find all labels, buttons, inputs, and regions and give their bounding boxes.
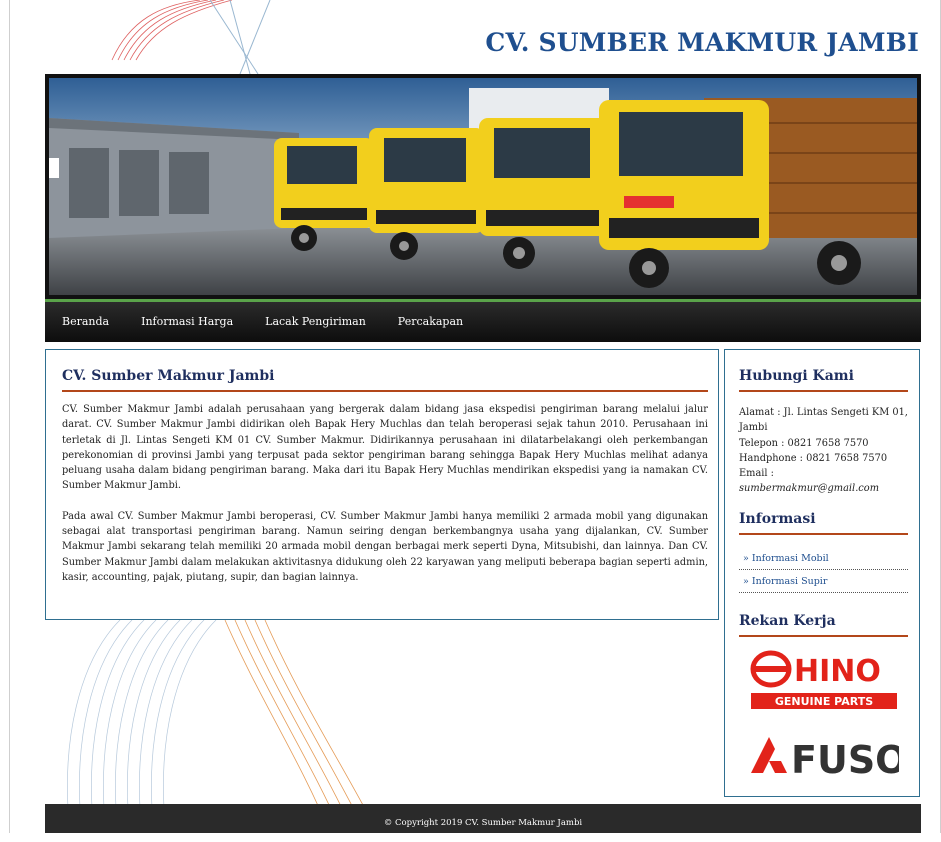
contact-title: Hubungi Kami bbox=[739, 368, 908, 392]
hino-wordmark: HINO bbox=[794, 654, 881, 689]
nav-beranda[interactable]: Beranda bbox=[45, 302, 124, 328]
sidebar: Hubungi Kami Alamat : Jl. Lintas Sengeti… bbox=[724, 349, 920, 797]
fuso-wordmark: FUSO bbox=[791, 738, 899, 779]
link-informasi-supir[interactable]: » Informasi Supir bbox=[739, 570, 908, 593]
contact-email-label: Email : bbox=[739, 468, 774, 480]
contact-info: Alamat : Jl. Lintas Sengeti KM 01, Jambi… bbox=[739, 405, 908, 497]
main-paragraph-2: Pada awal CV. Sumber Makmur Jambi berope… bbox=[62, 510, 708, 583]
footer: © Copyright 2019 CV. Sumber Makmur Jambi bbox=[45, 804, 921, 833]
contact-handphone: Handphone : 0821 7658 7570 bbox=[739, 452, 888, 464]
contact-email-row: Email : sumbermakmur@gmail.com bbox=[739, 466, 908, 497]
contact-address: Alamat : Jl. Lintas Sengeti KM 01, Jambi bbox=[739, 407, 908, 434]
trucks-banner-image bbox=[49, 78, 917, 295]
nav-lacak-pengiriman[interactable]: Lacak Pengiriman bbox=[248, 302, 381, 328]
contact-telepon: Telepon : 0821 7658 7570 bbox=[739, 437, 869, 449]
contact-email: sumbermakmur@gmail.com bbox=[739, 483, 879, 495]
main-title: CV. Sumber Makmur Jambi bbox=[62, 368, 708, 392]
info-links: » Informasi Mobil » Informasi Supir bbox=[739, 547, 908, 593]
info-title: Informasi bbox=[739, 511, 908, 535]
main-content-box: CV. Sumber Makmur Jambi CV. Sumber Makmu… bbox=[45, 349, 719, 620]
site-title: CV. SUMBER MAKMUR JAMBI bbox=[485, 28, 919, 57]
hino-logo: HINO GENUINE PARTS bbox=[750, 650, 897, 709]
partners-title: Rekan Kerja bbox=[739, 613, 908, 637]
fuso-logo: FUSO bbox=[750, 736, 899, 779]
link-informasi-mobil[interactable]: » Informasi Mobil bbox=[739, 547, 908, 570]
main-nav: Beranda Informasi Harga Lacak Pengiriman… bbox=[45, 299, 921, 342]
main-paragraph-1: CV. Sumber Makmur Jambi adalah perusahaa… bbox=[62, 404, 708, 492]
hino-subtitle: GENUINE PARTS bbox=[774, 695, 872, 708]
nav-informasi-harga[interactable]: Informasi Harga bbox=[124, 302, 248, 328]
header-banner bbox=[45, 74, 921, 299]
nav-percakapan[interactable]: Percakapan bbox=[381, 302, 478, 328]
